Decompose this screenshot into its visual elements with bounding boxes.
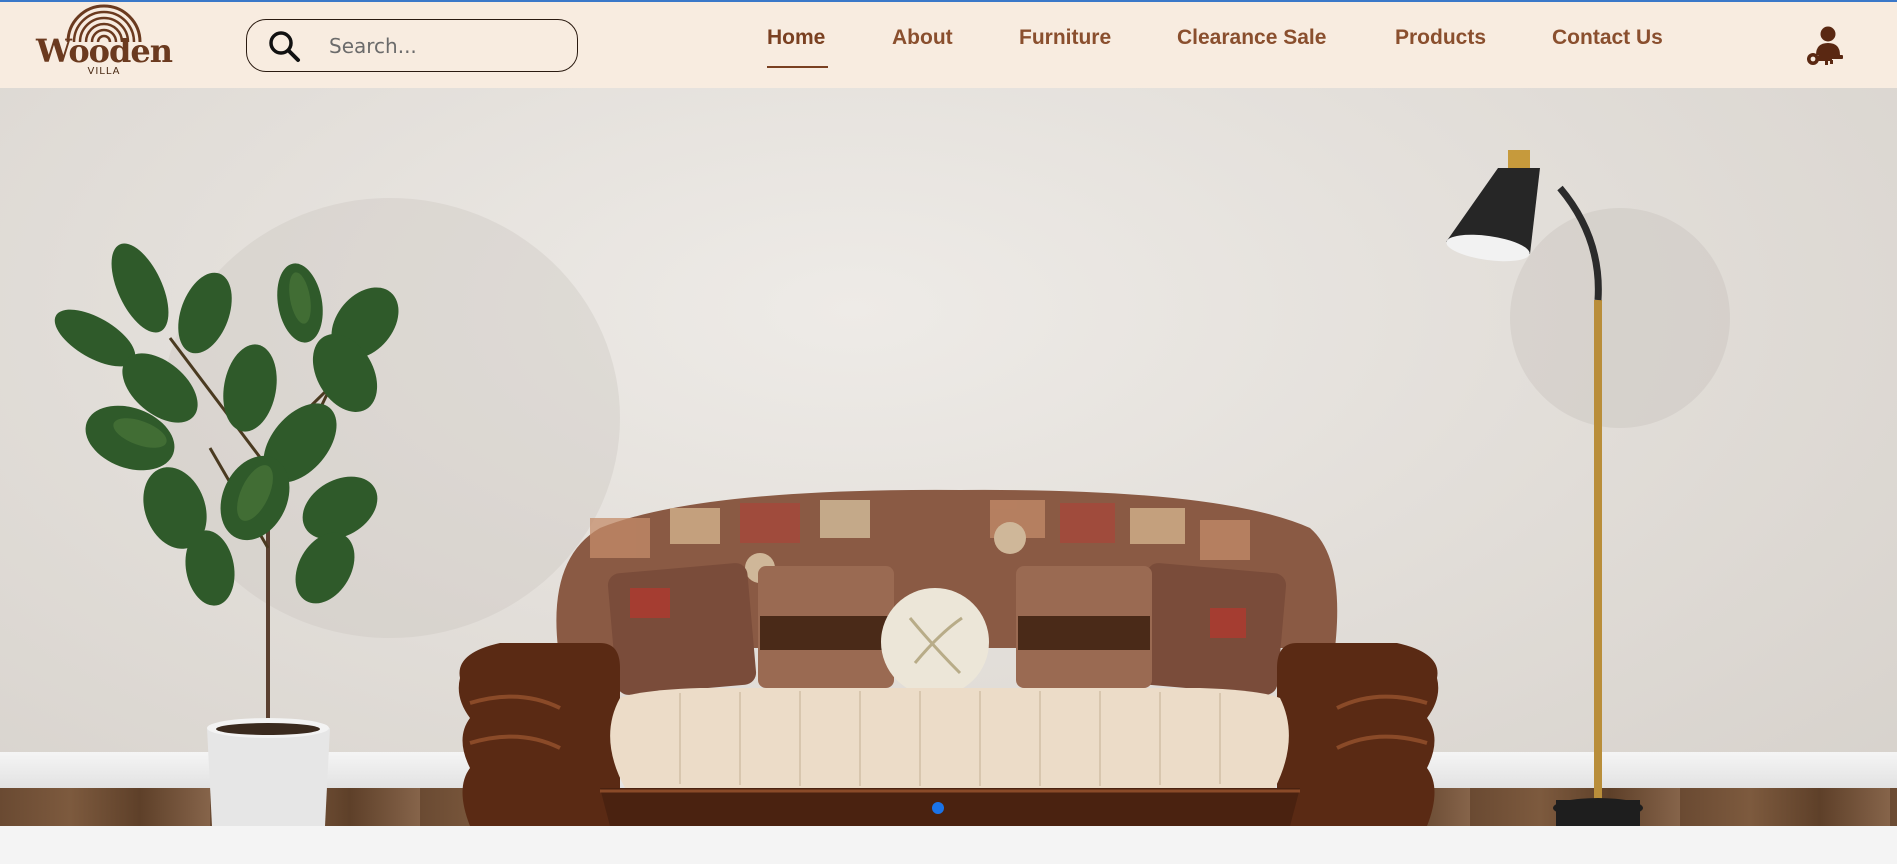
- logo-wordmark: Wooden: [35, 32, 173, 70]
- nav-item-furniture[interactable]: Furniture: [1019, 26, 1111, 50]
- hero-banner: [0, 88, 1897, 826]
- page-bottom-strip: [0, 834, 1897, 864]
- search-icon[interactable]: [267, 29, 301, 63]
- nav-item-about[interactable]: About: [892, 26, 953, 50]
- active-nav-underline: [767, 66, 828, 68]
- nav-item-clearance-sale[interactable]: Clearance Sale: [1177, 26, 1326, 50]
- search-box[interactable]: [246, 19, 578, 72]
- nav-item-contact-us[interactable]: Contact Us: [1552, 26, 1663, 50]
- nav-item-products[interactable]: Products: [1395, 26, 1486, 50]
- nav-item-home[interactable]: Home: [767, 26, 825, 50]
- site-header: Wooden VILLA Home About Furniture Cleara…: [0, 2, 1897, 88]
- search-input[interactable]: [329, 31, 559, 61]
- user-key-icon[interactable]: [1805, 25, 1845, 67]
- carousel-dot-active[interactable]: [932, 802, 944, 814]
- living-room-illustration: [54, 150, 1730, 826]
- sofa: [458, 489, 1439, 826]
- site-logo[interactable]: Wooden VILLA: [34, 2, 174, 82]
- logo-subtitle: VILLA: [87, 66, 121, 77]
